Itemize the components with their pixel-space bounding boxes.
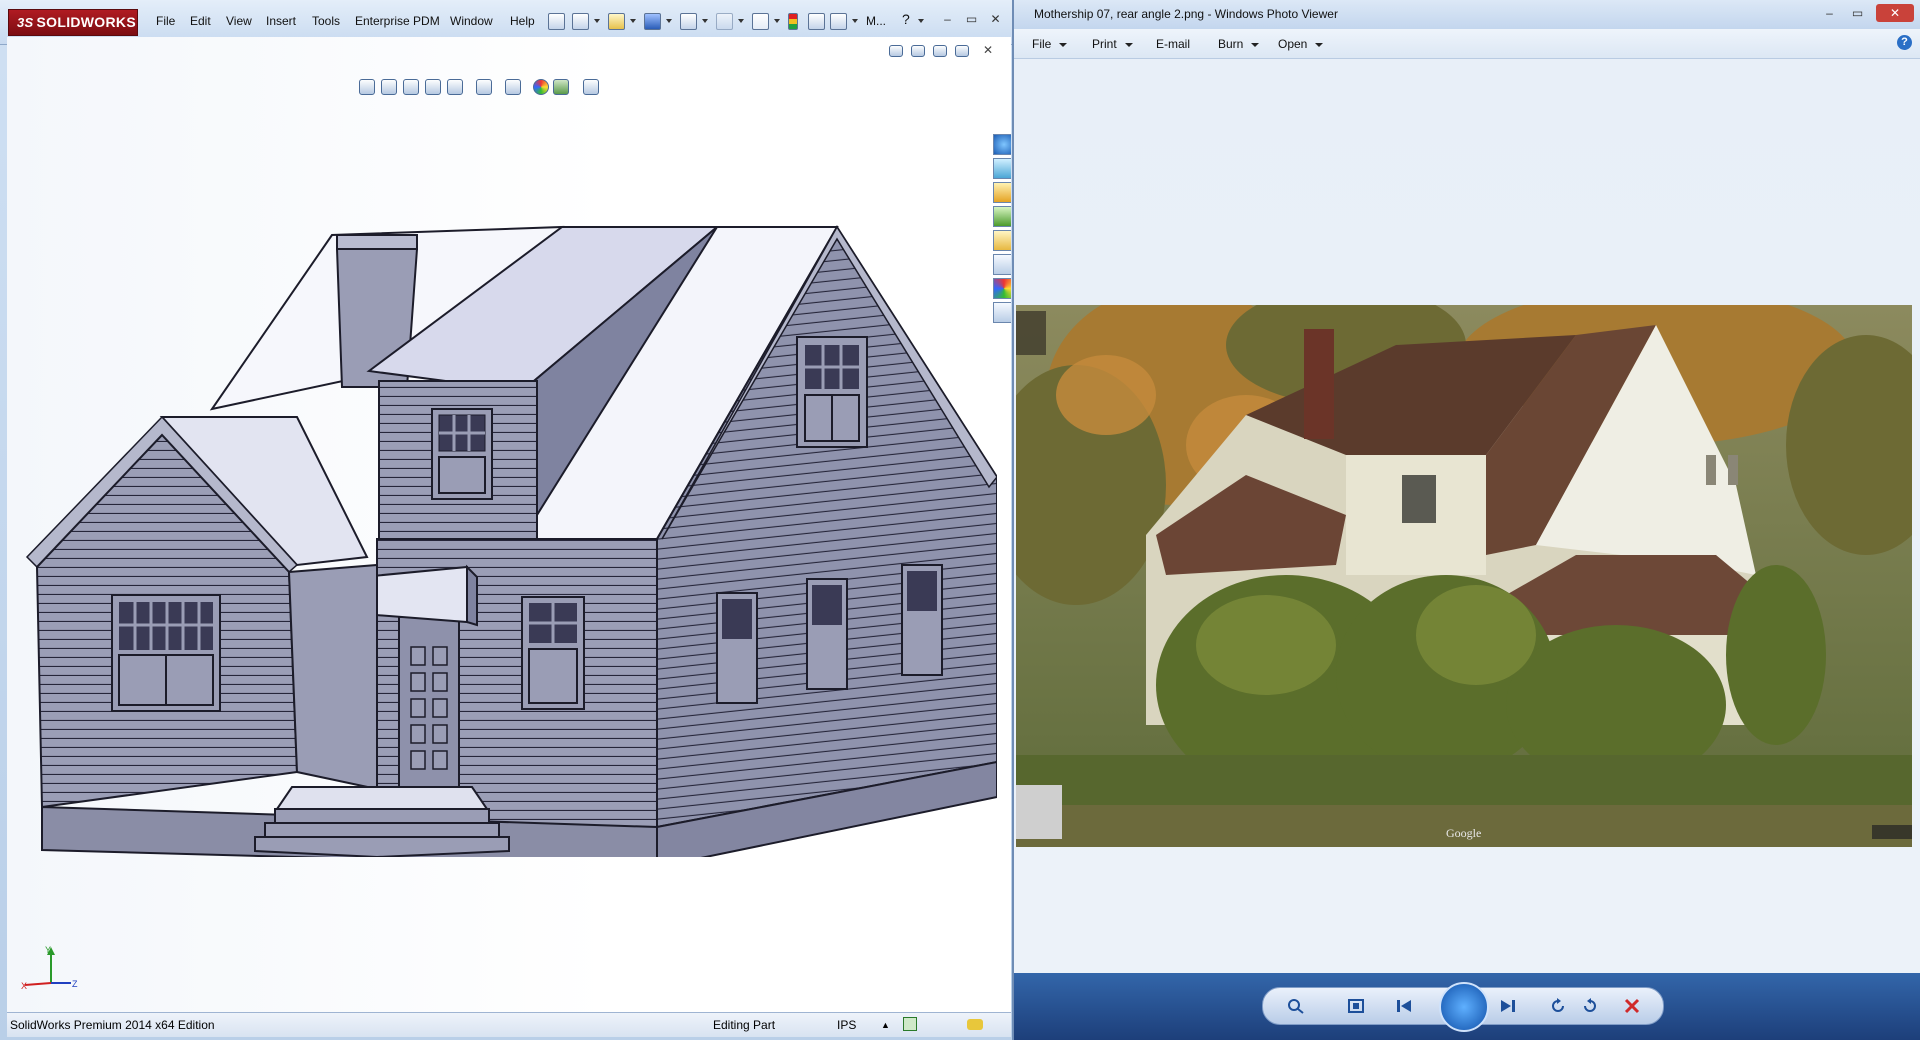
viewport-split-icon[interactable]	[911, 45, 925, 57]
triad-z-label: Z	[72, 979, 78, 989]
apply-scene-icon[interactable]	[553, 79, 569, 95]
photo-viewer-window: Mothership 07, rear angle 2.png - Window…	[1014, 0, 1920, 1040]
section-view-icon[interactable]	[425, 79, 441, 95]
doc-restore-icon[interactable]	[955, 45, 969, 57]
undo-icon[interactable]	[716, 13, 733, 30]
google-watermark: Google	[1446, 826, 1481, 840]
solidworks-logo[interactable]: 3S SOLIDWORKS	[8, 9, 138, 36]
reference-triad: Y X Z	[21, 945, 78, 991]
house-3d-model[interactable]	[17, 217, 997, 857]
menu-view[interactable]: View	[226, 14, 252, 28]
view-orientation-icon[interactable]	[447, 79, 463, 95]
doc-minimize-icon[interactable]	[933, 45, 947, 57]
image-display-area[interactable]: Google	[1014, 59, 1920, 973]
menu-tools[interactable]: Tools	[312, 14, 340, 28]
display-style-icon[interactable]	[476, 79, 492, 95]
zoom-to-area-icon[interactable]	[381, 79, 397, 95]
pv-menu-print[interactable]: Print	[1092, 37, 1133, 51]
playback-controls	[1262, 982, 1664, 1032]
file-properties-icon[interactable]	[808, 13, 825, 30]
photo-viewer-titlebar: Mothership 07, rear angle 2.png - Window…	[1014, 0, 1920, 29]
print-icon[interactable]	[680, 13, 697, 30]
solidworks-window: 3S SOLIDWORKS File Edit View Insert Tools…	[0, 0, 1014, 1040]
more-toolbar-label[interactable]: M...	[866, 14, 886, 28]
sw-minimize-button[interactable]: –	[938, 10, 957, 28]
triad-x-label: X	[21, 981, 27, 991]
pv-menu-burn[interactable]: Burn	[1218, 37, 1260, 51]
menu-file[interactable]: File	[156, 14, 175, 28]
pin-icon[interactable]	[548, 13, 565, 30]
pv-minimize-button[interactable]: –	[1820, 4, 1839, 22]
options-icon[interactable]	[830, 13, 847, 30]
menu-insert[interactable]: Insert	[266, 14, 296, 28]
slideshow-icon[interactable]	[1439, 982, 1489, 1032]
units-label[interactable]: IPS	[837, 1018, 856, 1032]
editing-mode-label: Editing Part	[713, 1018, 776, 1032]
tag-icon[interactable]	[967, 1019, 983, 1030]
menu-edit[interactable]: Edit	[190, 14, 211, 28]
help-icon[interactable]: ?	[1897, 35, 1912, 50]
home-icon[interactable]	[993, 182, 1011, 203]
actual-size-icon[interactable]	[1347, 998, 1365, 1014]
photo-viewer-menubar: File Print E-mail Burn Open ?	[1014, 29, 1920, 59]
units-caret-icon[interactable]: ▲	[881, 1020, 890, 1030]
previous-icon[interactable]	[1395, 998, 1413, 1014]
pv-close-button[interactable]: ✕	[1876, 4, 1914, 22]
previous-view-icon[interactable]	[403, 79, 419, 95]
status-bar: SolidWorks Premium 2014 x64 Edition Edit…	[7, 1012, 1011, 1037]
zoom-to-fit-icon[interactable]	[359, 79, 375, 95]
zoom-icon[interactable]	[1287, 998, 1305, 1014]
rotate-cw-icon[interactable]	[1581, 998, 1599, 1014]
photo-viewer-control-bar	[1014, 973, 1920, 1040]
quick-tips-icon[interactable]	[903, 1017, 917, 1031]
save-icon[interactable]	[644, 13, 661, 30]
pv-menu-open[interactable]: Open	[1278, 37, 1324, 51]
pv-menu-email[interactable]: E-mail	[1156, 37, 1190, 51]
doc-close-icon[interactable]: ✕	[983, 43, 993, 57]
sw-close-button[interactable]: ✕	[986, 10, 1005, 28]
ds-logo-mark: 3S	[17, 15, 34, 30]
pegman-control[interactable]	[1016, 311, 1046, 355]
menu-help[interactable]: Help	[510, 14, 535, 28]
menu-window[interactable]: Window	[450, 14, 493, 28]
hide-show-items-icon[interactable]	[505, 79, 521, 95]
logo-text: SOLIDWORKS	[36, 14, 136, 30]
solidworks-resources-icon[interactable]	[993, 134, 1011, 155]
new-document-icon[interactable]	[572, 13, 589, 30]
select-arrow-icon[interactable]	[752, 13, 769, 30]
view-settings-icon[interactable]	[583, 79, 599, 95]
design-library-icon[interactable]	[993, 158, 1011, 179]
next-icon[interactable]	[1499, 998, 1517, 1014]
rotate-ccw-icon[interactable]	[1549, 998, 1567, 1014]
window-title: Mothership 07, rear angle 2.png - Window…	[1034, 7, 1338, 21]
menu-enterprise-pdm[interactable]: Enterprise PDM	[355, 14, 440, 28]
pv-maximize-button[interactable]: ▭	[1848, 4, 1867, 22]
edit-appearance-icon[interactable]	[533, 79, 549, 95]
minimap-thumbnail[interactable]	[1016, 785, 1062, 839]
pv-menu-file[interactable]: File	[1032, 37, 1068, 51]
rebuild-traffic-light-icon[interactable]	[788, 13, 798, 30]
sw-restore-button[interactable]: ▭	[962, 10, 981, 28]
triad-y-label: Y	[45, 945, 51, 955]
viewport-single-icon[interactable]	[889, 45, 903, 57]
help-question-icon[interactable]: ?	[902, 11, 910, 27]
delete-icon[interactable]	[1623, 998, 1641, 1014]
house-photo: Google	[1016, 305, 1912, 847]
graphics-area[interactable]: ✕ Y X Z	[7, 37, 1011, 1013]
open-folder-icon[interactable]	[608, 13, 625, 30]
edition-label: SolidWorks Premium 2014 x64 Edition	[10, 1018, 215, 1032]
